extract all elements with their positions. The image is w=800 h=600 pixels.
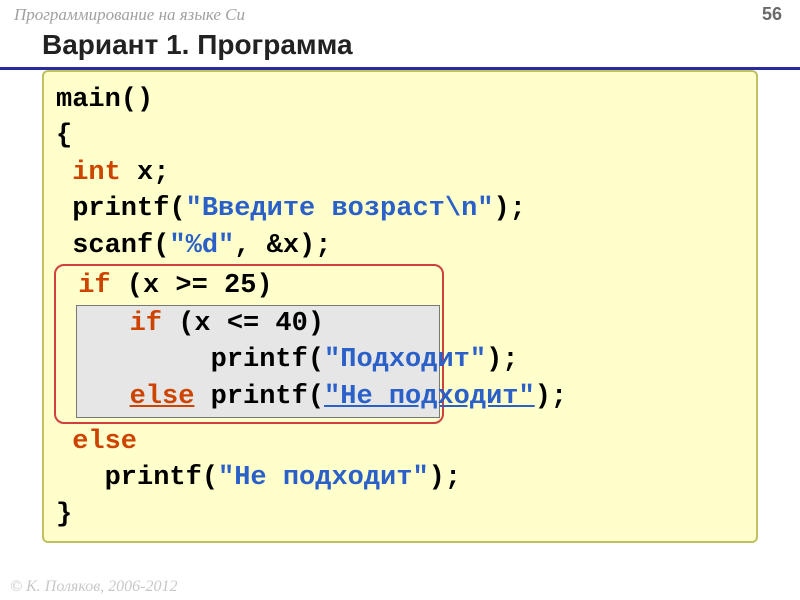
- code-line-10: else: [56, 424, 744, 460]
- code-line-5: scanf("%d", &x);: [56, 228, 744, 264]
- code-line-12: }: [56, 497, 744, 533]
- code-line-3: int x;: [56, 155, 744, 191]
- footer-copyright: © К. Поляков, 2006-2012: [10, 578, 178, 596]
- highlight-box-outer: if (x >= 25) if (x <= 40) printf("Подход…: [54, 264, 444, 424]
- subject-label: Программирование на языке Си: [14, 5, 245, 25]
- highlight-box-inner: if (x <= 40) printf("Подходит"); else pr…: [76, 305, 440, 418]
- slide-header: Программирование на языке Си 56: [0, 0, 800, 27]
- code-line-6: if (x >= 25): [62, 268, 436, 304]
- page-number: 56: [762, 4, 782, 25]
- slide-title: Вариант 1. Программа: [0, 27, 800, 70]
- code-line-7: if (x <= 40): [81, 306, 435, 342]
- code-line-2: {: [56, 118, 744, 154]
- code-block: main() { int x; printf("Введите возраст\…: [42, 70, 758, 543]
- code-line-11: printf("Не подходит");: [56, 460, 744, 496]
- code-line-1: main(): [56, 82, 744, 118]
- code-line-9: else printf("Не подходит");: [81, 379, 435, 415]
- code-line-8: printf("Подходит");: [81, 342, 435, 378]
- code-line-4: printf("Введите возраст\n");: [56, 191, 744, 227]
